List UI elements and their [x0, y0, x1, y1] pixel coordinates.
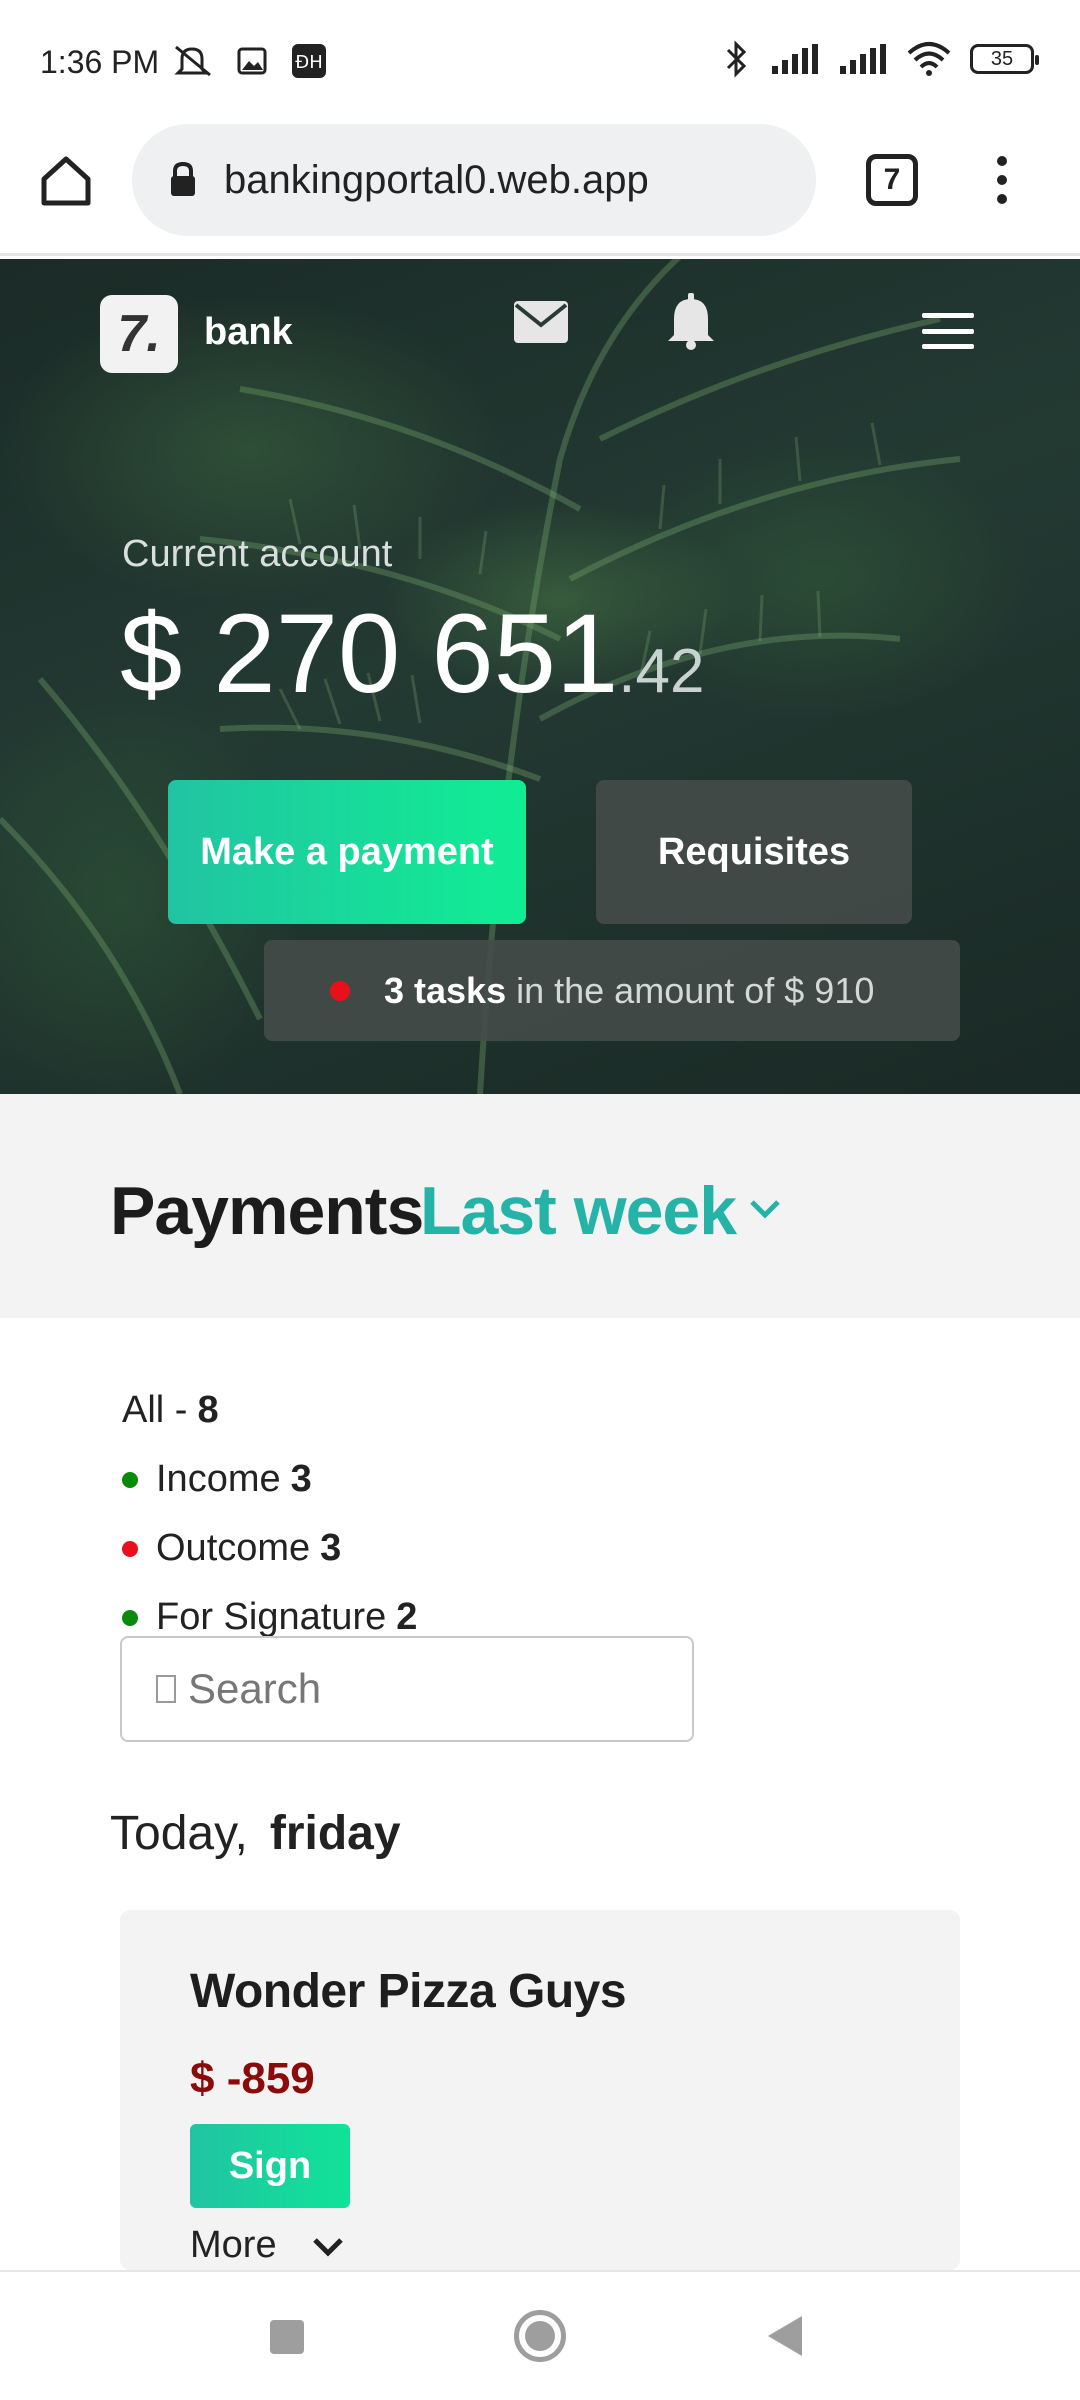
menu-line	[922, 328, 974, 334]
outcome-dot	[122, 1540, 138, 1557]
mute-icon	[174, 45, 211, 77]
signal-icon	[772, 44, 818, 74]
back-button[interactable]	[768, 2316, 802, 2356]
make-payment-button[interactable]: Make a payment	[168, 780, 526, 924]
payment-recipient: Wonder Pizza Guys	[190, 1965, 627, 2018]
app-notification-icon: ĐH	[292, 44, 326, 78]
brand-name[interactable]: bank	[204, 311, 293, 354]
filter-count: 2	[396, 1596, 418, 1638]
address-bar[interactable]: bankingportal0.web.app	[132, 124, 816, 236]
lock-icon	[171, 161, 195, 196]
filter-label: Income	[156, 1458, 281, 1500]
browser-menu-button[interactable]	[982, 150, 1022, 210]
search-placeholder: Search	[188, 1665, 322, 1712]
payment-card: Wonder Pizza Guys $ -859 Sign More	[120, 1910, 960, 2270]
browser-toolbar: bankingportal0.web.app 7	[0, 120, 1080, 256]
requisites-button[interactable]: Requisites	[596, 780, 912, 924]
home-button[interactable]	[36, 150, 96, 210]
day-weekday: friday	[269, 1807, 401, 1860]
bluetooth-icon	[726, 40, 747, 78]
sign-button[interactable]: Sign	[190, 2124, 350, 2208]
filter-all[interactable]: All -8	[122, 1376, 417, 1445]
recent-apps-button[interactable]	[270, 2320, 304, 2354]
tab-switcher-button[interactable]: 7	[866, 154, 918, 206]
menu-line	[922, 313, 974, 318]
home-nav-button[interactable]	[514, 2310, 566, 2362]
mail-icon[interactable]	[512, 299, 570, 345]
bell-icon[interactable]	[666, 291, 716, 351]
account-balance: $ 270 651.42	[120, 589, 704, 718]
menu-line	[922, 344, 974, 349]
filter-label: Outcome	[156, 1527, 311, 1569]
income-dot	[122, 1471, 138, 1488]
hamburger-menu-button[interactable]	[922, 313, 974, 349]
menu-dot	[997, 175, 1007, 185]
tasks-alert-dot	[330, 980, 350, 1001]
filter-count: 3	[320, 1527, 342, 1569]
chevron-down-icon[interactable]	[748, 1196, 782, 1220]
day-heading: Today, friday	[110, 1806, 401, 1861]
more-label: More	[190, 2224, 277, 2266]
payment-amount: $ -859	[190, 2054, 315, 2103]
chevron-down-icon	[312, 2237, 343, 2257]
url-text: bankingportal0.web.app	[224, 157, 649, 202]
account-label: Current account	[122, 533, 393, 575]
battery-indicator: 35	[970, 44, 1039, 74]
status-notification-icons: ĐH	[172, 42, 328, 80]
filter-outcome[interactable]: Outcome 3	[122, 1514, 417, 1583]
wifi-icon	[907, 42, 951, 76]
more-toggle[interactable]: More	[190, 2224, 345, 2267]
balance-main: $ 270 651	[120, 591, 619, 716]
signature-dot	[122, 1609, 138, 1626]
svg-text:ĐH: ĐH	[295, 52, 322, 73]
balance-cents: .42	[618, 637, 705, 706]
tasks-amount: in the amount of $ 910	[516, 969, 875, 1011]
payment-filters: All -8 Income 3 Outcome 3 For Signature 2	[122, 1376, 417, 1652]
filter-count: 3	[290, 1458, 312, 1500]
menu-dot	[997, 194, 1007, 204]
signal-icon-2	[840, 44, 886, 74]
payments-header: Payments Last week	[0, 1094, 1080, 1318]
search-icon	[156, 1675, 176, 1703]
filter-count: 8	[197, 1389, 219, 1431]
tasks-banner[interactable]: 3 tasks in the amount of $ 910	[264, 940, 960, 1041]
menu-dot	[997, 156, 1007, 166]
filter-income[interactable]: Income 3	[122, 1445, 417, 1514]
image-notification-icon	[237, 47, 267, 75]
filter-label: All -	[122, 1389, 188, 1431]
status-system-icons: 35	[722, 40, 1039, 78]
period-selector[interactable]: Last week	[420, 1172, 737, 1250]
filter-label: For Signature	[156, 1596, 387, 1638]
search-input[interactable]: Search	[120, 1636, 694, 1742]
home-icon	[41, 156, 91, 206]
status-time: 1:36 PM	[40, 44, 160, 80]
system-navigation-bar	[0, 2270, 1080, 2400]
account-hero: 7. bank Current account $ 270 651.42 Mak…	[0, 259, 1080, 1094]
payments-title: Payments	[110, 1173, 424, 1249]
bank-logo[interactable]: 7.	[100, 295, 178, 373]
status-bar: 1:36 PM ĐH 35	[0, 0, 1080, 120]
tasks-count: 3 tasks	[384, 969, 507, 1011]
day-prefix: Today,	[110, 1807, 248, 1860]
